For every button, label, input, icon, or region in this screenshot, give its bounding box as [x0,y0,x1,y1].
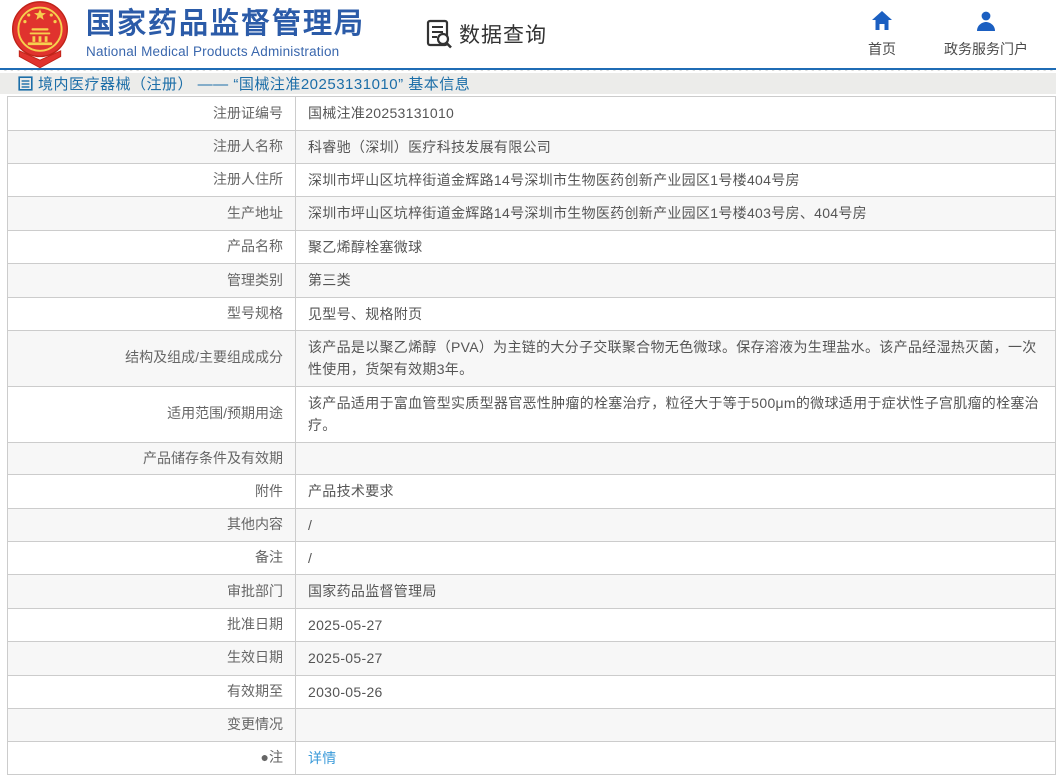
row-label: 注册人名称 [8,130,296,163]
site-title: 国家药品监督管理局 [86,7,366,40]
row-value: 该产品是以聚乙烯醇（PVA）为主链的大分子交联聚合物无色微球。保存溶液为生理盐水… [308,338,1037,378]
row-label: 备注 [8,541,296,575]
table-row: 其他内容 / [8,508,1055,542]
data-query-section[interactable]: 数据查询 [425,19,547,49]
row-label: 其他内容 [8,508,296,541]
row-label: 产品储存条件及有效期 [8,442,296,475]
row-label: 审批部门 [8,575,296,608]
row-value: 深圳市坪山区坑梓街道金辉路14号深圳市生物医药创新产业园区1号楼403号房、40… [308,205,867,222]
row-value: 产品技术要求 [308,483,394,500]
detail-link[interactable]: 详情 [308,747,337,769]
row-value: 该产品适用于富血管型实质型器官恶性肿瘤的栓塞治疗，粒径大于等于500μm的微球适… [308,394,1039,434]
list-icon [18,76,33,91]
row-label: 生效日期 [8,642,296,675]
row-value: 科睿驰（深圳）医疗科技发展有限公司 [308,138,552,155]
user-icon [977,11,995,31]
page: 国家药品监督管理局 National Medical Products Admi… [0,0,1056,775]
row-label: 有效期至 [8,675,296,708]
document-search-icon [426,19,452,49]
table-row: 备注 / [8,541,1055,576]
row-value: 2025-05-27 [308,616,383,633]
row-value: 2030-05-26 [308,683,383,700]
row-value: 2025-05-27 [308,650,383,667]
row-label: 产品名称 [8,230,296,264]
table-row: 附件 产品技术要求 [8,475,1055,509]
row-label: 注册人住所 [8,163,296,197]
row-value: / [308,516,313,533]
national-emblem-logo [8,0,72,69]
table-row: 有效期至 2030-05-26 [8,675,1055,709]
row-value: 第三类 [308,272,351,289]
national-emblem-icon [11,1,68,69]
table-row: 型号规格 见型号、规格附页 [8,297,1055,331]
row-value: 见型号、规格附页 [308,305,423,322]
row-value [296,443,1055,475]
row-value [296,709,1055,741]
home-icon [872,10,892,30]
table-row: 变更情况 [8,708,1055,742]
table-row: 批准日期 2025-05-27 [8,608,1055,643]
header-nav: 首页 政务服务门户 [868,10,1042,59]
row-value: 深圳市坪山区坑梓街道金辉路14号深圳市生物医药创新产业园区1号楼404号房 [308,171,800,188]
table-row: 审批部门 国家药品监督管理局 [8,575,1055,609]
row-label: 注册证编号 [8,97,296,130]
site-header: 国家药品监督管理局 National Medical Products Admi… [0,0,1056,70]
breadcrumb-text: 境内医疗器械（注册） —— “国械注准20253131010” 基本信息 [38,76,471,94]
row-label: 变更情况 [8,708,296,741]
table-row: 生产地址 深圳市坪山区坑梓街道金辉路14号深圳市生物医药创新产业园区1号楼403号… [8,197,1055,231]
row-label: 型号规格 [8,297,296,330]
row-label: 适用范围/预期用途 [8,386,296,442]
row-value: 聚乙烯醇栓塞微球 [308,238,423,255]
table-row: ●注 详情 [8,741,1055,775]
table-row: 注册人住所 深圳市坪山区坑梓街道金辉路14号深圳市生物医药创新产业园区1号楼404… [8,163,1055,198]
row-label: 管理类别 [8,264,296,297]
table-row: 管理类别 第三类 [8,264,1055,298]
table-row: 注册证编号 国械注准20253131010 [8,97,1055,131]
table-row: 适用范围/预期用途 该产品适用于富血管型实质型器官恶性肿瘤的栓塞治疗，粒径大于等于… [8,386,1055,443]
nav-item-portal[interactable]: 政务服务门户 [944,10,1028,59]
table-row: 结构及组成/主要组成成分 该产品是以聚乙烯醇（PVA）为主链的大分子交联聚合物无色… [8,330,1055,387]
breadcrumb: 境内医疗器械（注册） —— “国械注准20253131010” 基本信息 [0,73,1056,95]
row-value: 国械注准20253131010 [308,105,455,122]
row-label: 批准日期 [8,608,296,642]
row-label: ●注 [8,741,296,774]
table-row: 产品储存条件及有效期 [8,442,1055,476]
row-label: 结构及组成/主要组成成分 [8,330,296,386]
nav-label-portal: 政务服务门户 [944,40,1028,57]
row-value: 国家药品监督管理局 [308,583,437,600]
table-row: 生效日期 2025-05-27 [8,642,1055,676]
row-value: / [308,549,313,566]
row-label: 附件 [8,475,296,508]
nav-label-home: 首页 [868,40,896,57]
info-table: 注册证编号 国械注准20253131010 注册人名称 科睿驰（深圳）医疗科技发展有限… [7,96,1056,775]
row-value: 详情 [296,742,1055,774]
table-row: 注册人名称 科睿驰（深圳）医疗科技发展有限公司 [8,130,1055,164]
row-label: 生产地址 [8,197,296,230]
site-subtitle: National Medical Products Administration [86,44,340,60]
nav-item-home[interactable]: 首页 [868,10,896,59]
data-query-label: 数据查询 [459,24,548,47]
table-row: 产品名称 聚乙烯醇栓塞微球 [8,230,1055,265]
brand-block: 国家药品监督管理局 National Medical Products Admi… [86,7,366,60]
